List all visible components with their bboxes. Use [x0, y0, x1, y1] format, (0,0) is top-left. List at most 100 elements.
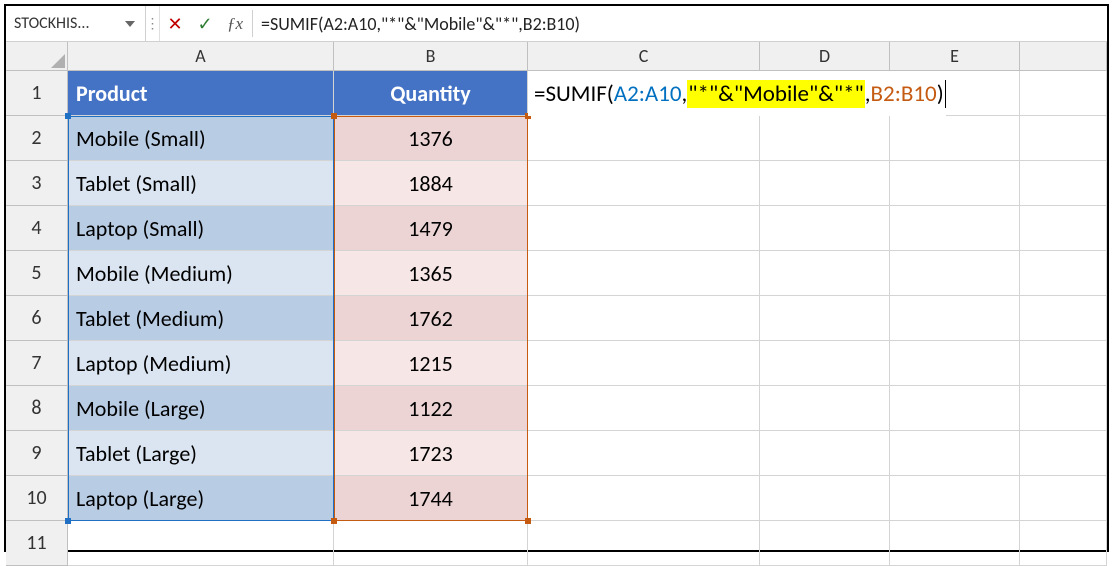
excel-window: STOCKHIS... ⋮ ✕ ✓ ƒx =SUMIF(A2:A10,"*"&"…	[4, 4, 1109, 552]
cell-A7[interactable]: Laptop (Medium)	[68, 341, 334, 386]
cell-B8[interactable]: 1122	[334, 386, 528, 431]
cell-E11[interactable]	[890, 521, 1020, 566]
cell-D5[interactable]	[760, 251, 890, 296]
cell-D4[interactable]	[760, 206, 890, 251]
cell-E3[interactable]	[890, 161, 1020, 206]
cell-B5[interactable]: 1365	[334, 251, 528, 296]
cell-F6[interactable]	[1020, 296, 1107, 341]
cell-C11[interactable]	[528, 521, 760, 566]
chevron-down-icon[interactable]	[123, 17, 137, 31]
cell-B7[interactable]: 1215	[334, 341, 528, 386]
cell-D6[interactable]	[760, 296, 890, 341]
row-header-3[interactable]: 3	[6, 161, 68, 206]
cell-E8[interactable]	[890, 386, 1020, 431]
cell-A10[interactable]: Laptop (Large)	[68, 476, 334, 521]
cell-E7[interactable]	[890, 341, 1020, 386]
cell-F11[interactable]	[1020, 521, 1107, 566]
cell-C10[interactable]	[528, 476, 760, 521]
cell-F8[interactable]	[1020, 386, 1107, 431]
cell-A1[interactable]: Product	[68, 71, 334, 116]
cell-D3[interactable]	[760, 161, 890, 206]
select-all-corner[interactable]	[6, 42, 68, 71]
cell-C2[interactable]	[528, 116, 760, 161]
cell-E5[interactable]	[890, 251, 1020, 296]
name-box[interactable]: STOCKHIS...	[6, 6, 146, 41]
cell-C6[interactable]	[528, 296, 760, 341]
cell-E6[interactable]	[890, 296, 1020, 341]
row-header-11[interactable]: 11	[6, 521, 68, 566]
cell-F9[interactable]	[1020, 431, 1107, 476]
in-cell-formula-edit[interactable]: =SUMIF(A2:A10,"*"&"Mobile"&"*",B2:B10)	[528, 71, 946, 116]
cell-C4[interactable]	[528, 206, 760, 251]
fx-icon[interactable]: ƒx	[220, 6, 250, 41]
row-header-6[interactable]: 6	[6, 296, 68, 341]
name-box-text: STOCKHIS...	[14, 14, 90, 33]
cell-F1[interactable]	[1020, 71, 1107, 116]
col-header-A[interactable]: A	[68, 42, 334, 71]
cell-A4[interactable]: Laptop (Small)	[68, 206, 334, 251]
col-header-E[interactable]: E	[890, 42, 1020, 71]
corner-triangle-icon	[51, 54, 65, 68]
col-header-F[interactable]	[1020, 42, 1107, 71]
col-header-D[interactable]: D	[760, 42, 890, 71]
row-header-8[interactable]: 8	[6, 386, 68, 431]
cell-B1[interactable]: Quantity	[334, 71, 528, 116]
cell-A6[interactable]: Tablet (Medium)	[68, 296, 334, 341]
cell-B11[interactable]	[334, 521, 528, 566]
cell-D9[interactable]	[760, 431, 890, 476]
row-header-10[interactable]: 10	[6, 476, 68, 521]
cell-F3[interactable]	[1020, 161, 1107, 206]
table-row: 2 Mobile (Small) 1376	[6, 116, 1107, 161]
row-header-7[interactable]: 7	[6, 341, 68, 386]
cell-D2[interactable]	[760, 116, 890, 161]
table-row: 11	[6, 521, 1107, 566]
table-row: 9 Tablet (Large) 1723	[6, 431, 1107, 476]
cell-B10[interactable]: 1744	[334, 476, 528, 521]
cell-D10[interactable]	[760, 476, 890, 521]
row-header-1[interactable]: 1	[6, 71, 68, 116]
enter-icon[interactable]: ✓	[190, 6, 220, 41]
table-row: 8 Mobile (Large) 1122	[6, 386, 1107, 431]
cell-D7[interactable]	[760, 341, 890, 386]
cell-A8[interactable]: Mobile (Large)	[68, 386, 334, 431]
formula-input[interactable]: =SUMIF(A2:A10,"*"&"Mobile"&"*",B2:B10)	[255, 6, 1107, 41]
row-header-2[interactable]: 2	[6, 116, 68, 161]
cancel-icon[interactable]: ✕	[160, 6, 190, 41]
cell-D8[interactable]	[760, 386, 890, 431]
col-header-C[interactable]: C	[528, 42, 760, 71]
cell-D11[interactable]	[760, 521, 890, 566]
cell-B4[interactable]: 1479	[334, 206, 528, 251]
cell-E10[interactable]	[890, 476, 1020, 521]
cell-F10[interactable]	[1020, 476, 1107, 521]
cell-B9[interactable]: 1723	[334, 431, 528, 476]
cell-C8[interactable]	[528, 386, 760, 431]
cell-C7[interactable]	[528, 341, 760, 386]
cell-A3[interactable]: Tablet (Small)	[68, 161, 334, 206]
cell-E9[interactable]	[890, 431, 1020, 476]
cell-A5[interactable]: Mobile (Medium)	[68, 251, 334, 296]
table-row: 4 Laptop (Small) 1479	[6, 206, 1107, 251]
row-header-5[interactable]: 5	[6, 251, 68, 296]
column-header-row: A B C D E	[6, 42, 1107, 71]
cell-A11[interactable]	[68, 521, 334, 566]
cell-E4[interactable]	[890, 206, 1020, 251]
cell-B2[interactable]: 1376	[334, 116, 528, 161]
cell-E2[interactable]	[890, 116, 1020, 161]
cell-F4[interactable]	[1020, 206, 1107, 251]
cell-C5[interactable]	[528, 251, 760, 296]
table-row: 10 Laptop (Large) 1744	[6, 476, 1107, 521]
row-header-9[interactable]: 9	[6, 431, 68, 476]
cell-F7[interactable]	[1020, 341, 1107, 386]
cell-A9[interactable]: Tablet (Large)	[68, 431, 334, 476]
cell-F5[interactable]	[1020, 251, 1107, 296]
table-row: 6 Tablet (Medium) 1762	[6, 296, 1107, 341]
cell-C3[interactable]	[528, 161, 760, 206]
col-header-B[interactable]: B	[334, 42, 528, 71]
cell-B3[interactable]: 1884	[334, 161, 528, 206]
cell-B6[interactable]: 1762	[334, 296, 528, 341]
row-header-4[interactable]: 4	[6, 206, 68, 251]
cell-F2[interactable]	[1020, 116, 1107, 161]
cell-C9[interactable]	[528, 431, 760, 476]
table-row: 5 Mobile (Medium) 1365	[6, 251, 1107, 296]
cell-A2[interactable]: Mobile (Small)	[68, 116, 334, 161]
